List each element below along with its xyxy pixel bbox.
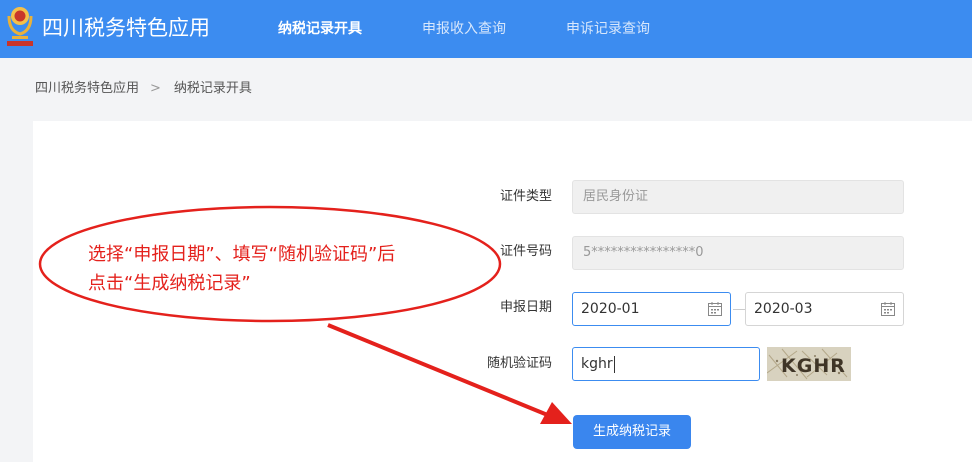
generate-tax-record-button[interactable]: 生成纳税记录 bbox=[573, 415, 691, 449]
tax-emblem-icon bbox=[7, 7, 33, 46]
callout-text-line-1: 选择“申报日期”、填写“随机验证码”后 bbox=[88, 244, 396, 265]
breadcrumb: 四川税务特色应用 > 纳税记录开具 bbox=[35, 79, 252, 99]
calendar-icon[interactable] bbox=[880, 301, 896, 317]
breadcrumb-current: 纳税记录开具 bbox=[173, 81, 252, 96]
app-title: 四川税务特色应用 bbox=[42, 16, 210, 40]
nav-tab-appeal-query[interactable]: 申诉记录查询 bbox=[566, 19, 650, 39]
id-number-label: 证件号码 bbox=[500, 244, 553, 259]
nav-tab-income-query[interactable]: 申报收入查询 bbox=[422, 19, 506, 39]
calendar-icon[interactable] bbox=[707, 301, 723, 317]
captcha-label: 随机验证码 bbox=[487, 356, 553, 371]
period-end-value: 2020-03 bbox=[754, 301, 813, 317]
id-type-field: 居民身份证 bbox=[572, 180, 904, 214]
top-navigation-bar: 四川税务特色应用 纳税记录开具 申报收入查询 申诉记录查询 bbox=[0, 0, 972, 58]
captcha-image-text: KGHR bbox=[781, 355, 846, 377]
captcha-input[interactable]: kghr bbox=[572, 347, 760, 381]
period-start-input[interactable]: 2020-01 bbox=[572, 292, 731, 326]
period-start-value: 2020-01 bbox=[581, 301, 640, 317]
breadcrumb-separator: > bbox=[150, 81, 161, 96]
callout-text-line-2: 点击“生成纳税记录” bbox=[88, 273, 251, 294]
captcha-input-value: kghr bbox=[581, 356, 613, 372]
breadcrumb-home-link[interactable]: 四川税务特色应用 bbox=[35, 81, 139, 96]
nav-tab-tax-record-issue[interactable]: 纳税记录开具 bbox=[278, 19, 362, 39]
date-range-separator bbox=[733, 309, 745, 310]
period-label: 申报日期 bbox=[500, 300, 553, 315]
captcha-image[interactable]: KGHR bbox=[767, 347, 851, 381]
text-caret bbox=[613, 355, 615, 373]
id-type-label: 证件类型 bbox=[500, 189, 553, 204]
period-end-input[interactable]: 2020-03 bbox=[745, 292, 904, 326]
id-number-field: 5****************0 bbox=[572, 236, 904, 270]
